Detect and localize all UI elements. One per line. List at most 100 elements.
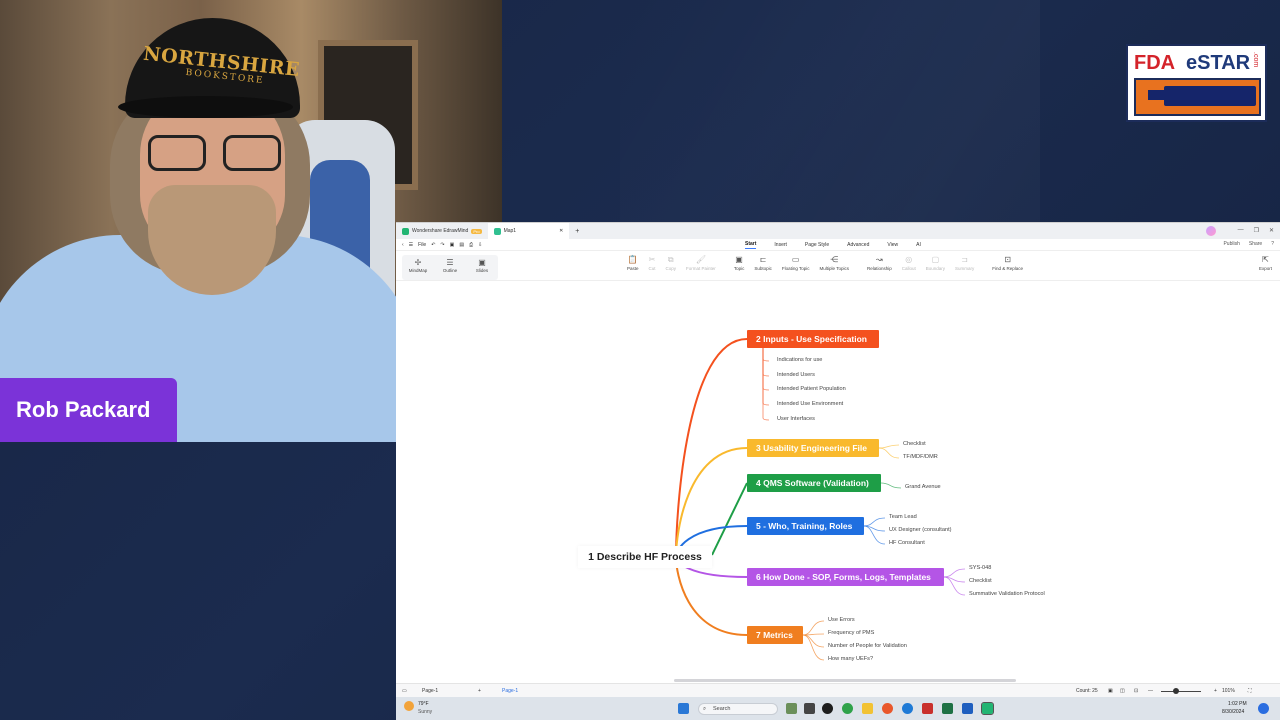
edrawmind-taskbar-icon[interactable] [981,702,994,715]
menu-bar: ‹ ☰ File ↶ ↷ ▣ ▤ ⎙ ⇩ Start Insert Page S… [396,239,1280,251]
minimize-icon[interactable]: — [1238,227,1244,234]
tool-floating-topic[interactable]: ▭ Floating Topic [777,255,815,271]
maximize-icon[interactable]: ❐ [1254,227,1259,234]
open-icon[interactable]: ▤ [459,242,464,248]
topic-4[interactable]: 4 QMS Software (Validation) [747,474,881,492]
mindmap-canvas[interactable]: 1 Describe HF Process 2 Inputs - Use Spe… [396,295,1280,683]
share-button[interactable]: Share [1249,241,1262,247]
browser-icon[interactable] [902,703,913,714]
export-button[interactable]: ⇱ Export [1259,255,1272,271]
word-icon[interactable] [962,703,973,714]
close-icon[interactable]: ✕ [1269,227,1274,234]
tool-subtopic[interactable]: ⊏ Subtopic [749,255,777,271]
zoom-level[interactable]: 101% [1222,688,1235,694]
tool-relationship[interactable]: ↝ Relationship [862,255,897,271]
page-select[interactable]: Page-1 [422,688,438,694]
view-slides[interactable]: ▣ Slides [466,255,498,280]
file-menu[interactable]: File [418,242,426,248]
subtopic[interactable]: How many UEFs? [828,656,873,662]
leaf-connector [802,634,825,661]
edge-icon[interactable] [842,703,853,714]
zoom-slider[interactable] [1161,691,1201,692]
export-quick-icon[interactable]: ⇩ [478,242,482,248]
book-icon[interactable]: ◫ [1120,688,1125,694]
page-tab[interactable]: Page-1 [502,688,518,694]
sidebar-toggle-icon[interactable]: ▭ [402,688,407,694]
view-mindmap[interactable]: ✢ MindMap [402,255,434,280]
print-icon[interactable]: ⎙ [469,242,473,248]
subtopic[interactable]: Indications for use [777,357,822,363]
fit-icon[interactable]: ⊡ [1134,688,1138,694]
tab-start[interactable]: Start [745,241,757,249]
tool-separator [979,255,987,271]
topic-5[interactable]: 5 - Who, Training, Roles [747,517,864,535]
pdf-icon[interactable] [922,703,933,714]
tab-view[interactable]: View [887,242,898,248]
root-topic[interactable]: 1 Describe HF Process [578,546,712,568]
tool-find-replace[interactable]: ⊡ Find & Replace [987,255,1028,271]
file-explorer-icon[interactable] [862,703,873,714]
tool-paste[interactable]: 📋 Paste [622,255,644,271]
tool-multiple-topics[interactable]: ⋲ Multiple Topics [815,255,854,271]
subtopic[interactable]: Number of People for Validation [828,643,907,649]
windows-start-icon[interactable] [678,703,689,714]
tab-ai[interactable]: AI [916,242,921,248]
new-tab-icon[interactable]: + [575,228,579,235]
app-icon-1[interactable] [786,703,797,714]
menu-icon[interactable]: ☰ [409,242,413,248]
subtopic[interactable]: Intended Use Environment [777,401,843,407]
save-icon[interactable]: ▣ [450,242,455,248]
help-icon[interactable]: ? [1271,241,1274,247]
export-icon: ⇱ [1262,255,1269,264]
obs-icon[interactable] [822,703,833,714]
topic-3[interactable]: 3 Usability Engineering File [747,439,879,457]
tab-page-style[interactable]: Page Style [805,242,829,248]
subtopic[interactable]: Intended Patient Population [777,386,846,392]
tab-edrawmind[interactable]: Wondershare EdrawMind Pro [396,223,488,239]
back-icon[interactable]: ‹ [402,242,404,248]
topic-6[interactable]: 6 How Done - SOP, Forms, Logs, Templates [747,568,944,586]
view-outline[interactable]: ☰ Outline [434,255,466,280]
tab-map1[interactable]: Map1 ✕ [487,223,570,239]
zoom-in-icon[interactable]: + [1214,688,1217,694]
subtopic[interactable]: TF/MDF/DMR [903,454,938,460]
tool-callout: ◎ Callout [897,255,921,271]
redo-icon[interactable]: ↷ [440,242,444,248]
publish-button[interactable]: Publish [1223,241,1239,247]
add-page-icon[interactable]: + [478,688,481,694]
subtopic[interactable]: UX Designer (consultant) [889,527,952,533]
subtopic[interactable]: HF Consultant [889,540,925,546]
subtopic[interactable]: Frequency of PMS [828,630,874,636]
subtopic[interactable]: Checklist [903,441,926,447]
find-replace-icon: ⊡ [1004,255,1012,264]
subtopic[interactable]: Grand Avenue [905,484,941,490]
subtopic[interactable]: Summative Validation Protocol [969,591,1045,597]
close-tab-icon[interactable]: ✕ [559,228,563,234]
tab-advanced[interactable]: Advanced [847,242,869,248]
taskbar-search[interactable]: ⌕ Search [698,703,778,715]
notification-icon[interactable] [1258,703,1269,714]
undo-icon[interactable]: ↶ [431,242,435,248]
zoom-knob[interactable] [1173,688,1179,694]
horizontal-scrollbar[interactable] [674,679,1016,682]
excel-icon[interactable] [942,703,953,714]
subtopic[interactable]: Use Errors [828,617,855,623]
slides-icon: ▣ [478,258,486,267]
layout-icon[interactable]: ▣ [1108,688,1113,694]
subtopic[interactable]: Team Lead [889,514,917,520]
user-avatar[interactable] [1206,226,1216,236]
topic-2[interactable]: 2 Inputs - Use Specification [747,330,879,348]
leaf-connector [878,444,900,449]
zoom-out-icon[interactable]: — [1148,688,1153,694]
tool-topic[interactable]: ▣ Topic [729,255,750,271]
cut-icon: ✂ [648,255,656,264]
subtopic[interactable]: Checklist [969,578,992,584]
subtopic[interactable]: SYS-048 [969,565,991,571]
fullscreen-icon[interactable]: ⛶ [1248,688,1252,694]
chrome-icon[interactable] [882,703,893,714]
subtopic[interactable]: User Interfaces [777,416,815,422]
task-view-icon[interactable] [804,703,815,714]
topic-7[interactable]: 7 Metrics [747,626,803,644]
tab-insert[interactable]: Insert [774,242,787,248]
subtopic[interactable]: Intended Users [777,372,815,378]
